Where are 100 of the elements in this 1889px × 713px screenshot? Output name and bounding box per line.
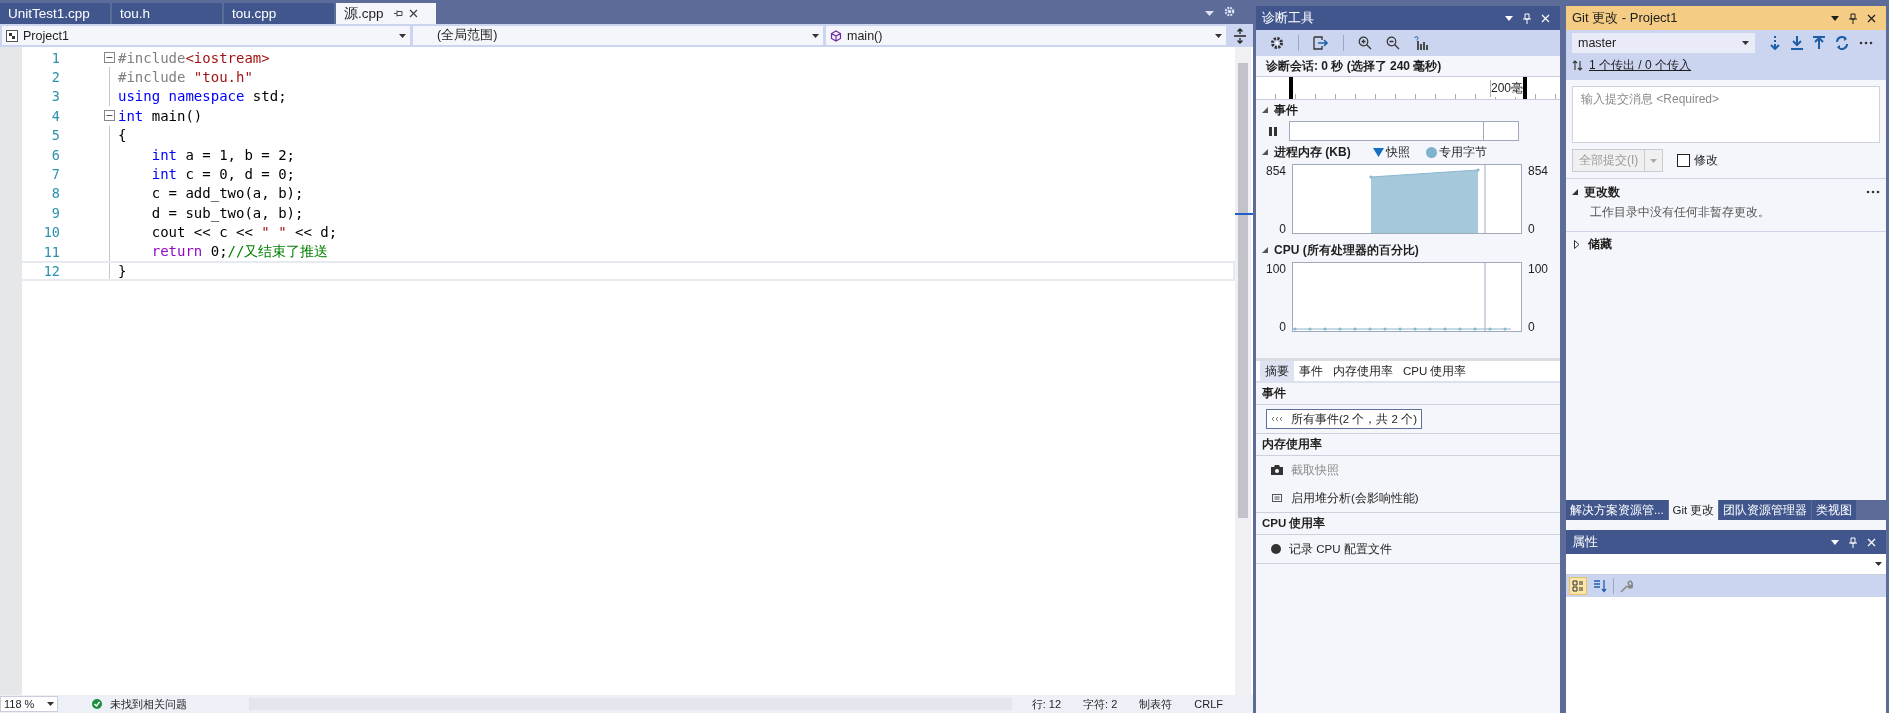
file-tab[interactable]: tou.cpp: [224, 3, 334, 24]
chevrons-icon: [1271, 416, 1283, 422]
axis-label: 0: [1528, 320, 1535, 334]
section-heading[interactable]: 事件: [1274, 101, 1298, 119]
indent-status[interactable]: 制表符: [1139, 696, 1173, 712]
issues-status[interactable]: 未找到相关问题: [110, 696, 187, 712]
collapse-icon[interactable]: [1262, 107, 1268, 113]
close-icon[interactable]: [408, 9, 418, 18]
code-line: #include<iostream>: [118, 49, 270, 66]
caret-icon[interactable]: [399, 33, 406, 38]
action-item[interactable]: 所有事件(2 个，共 2 个): [1266, 409, 1423, 429]
collapse-icon[interactable]: [1262, 149, 1268, 155]
view-tab[interactable]: CPU 使用率: [1398, 361, 1472, 381]
expand-icon[interactable]: [1574, 240, 1580, 249]
fetch-icon[interactable]: [1769, 36, 1781, 50]
export-icon[interactable]: [1313, 36, 1329, 50]
code-line: cout << c << " " << d;: [150, 224, 338, 241]
pause-icon[interactable]: [1269, 126, 1277, 136]
dropdown-icon[interactable]: [1831, 539, 1839, 545]
line-number: 5: [50, 127, 60, 144]
action-item[interactable]: 启用堆分析(会影响性能): [1266, 488, 1424, 508]
file-tab[interactable]: tou.h: [112, 3, 222, 24]
panel-tab[interactable]: 解决方案资源管...: [1566, 500, 1668, 520]
line-number: 1: [50, 49, 60, 66]
action-item[interactable]: 记录 CPU 配置文件: [1266, 539, 1397, 559]
line-number: 6: [50, 146, 60, 163]
scrollbar[interactable]: [1235, 47, 1251, 695]
upload-icon[interactable]: [1813, 36, 1825, 50]
collapse-icon[interactable]: [1262, 247, 1268, 253]
code-line: int main(): [118, 107, 203, 124]
ruler-label: 200毫: [1490, 79, 1524, 97]
zoom-dropdown[interactable]: 118 %: [0, 696, 58, 712]
caret-icon[interactable]: [812, 33, 819, 38]
axis-label: 0: [1279, 222, 1286, 236]
line-ending-status[interactable]: CRLF: [1194, 698, 1223, 710]
section-heading[interactable]: 进程内存 (KB): [1274, 143, 1351, 161]
caret-icon[interactable]: [47, 702, 54, 706]
circle-icon: [1425, 146, 1437, 158]
panel-tab[interactable]: Git 更改: [1668, 500, 1719, 520]
pin-icon[interactable]: [393, 9, 403, 18]
project-icon: [6, 29, 18, 42]
caret-icon[interactable]: [1875, 562, 1882, 566]
code-line: int a = 1, b = 2;: [150, 146, 296, 163]
sync-icon[interactable]: [1835, 36, 1849, 50]
code-line: c = add_two(a, b);: [150, 185, 304, 202]
line-number: 10: [42, 224, 60, 241]
download-icon[interactable]: [1791, 36, 1803, 50]
section-heading[interactable]: CPU (所有处理器的百分比): [1274, 241, 1419, 259]
bar-chart-icon[interactable]: [1414, 36, 1428, 50]
view-tab[interactable]: 事件: [1294, 361, 1328, 381]
pin-icon[interactable]: [1849, 12, 1857, 24]
more-icon[interactable]: [1859, 41, 1873, 45]
line-number: 4: [50, 107, 60, 124]
file-tab[interactable]: 源.cpp: [336, 3, 436, 24]
line-number: 3: [50, 88, 60, 105]
axis-label: 100: [1265, 262, 1286, 276]
settings-icon[interactable]: [1270, 36, 1284, 50]
axis-label: 0: [1279, 320, 1286, 334]
code-line: return 0;//又结束了推送: [150, 242, 329, 261]
collapse-icon[interactable]: [1572, 189, 1578, 195]
section-heading[interactable]: 储藏: [1588, 236, 1612, 253]
code-line: int c = 0, d = 0;: [150, 166, 296, 183]
panel-tab[interactable]: 团队资源管理器: [1719, 500, 1812, 520]
dropdown-icon[interactable]: [1831, 15, 1839, 21]
view-tab[interactable]: 摘要: [1260, 361, 1294, 381]
sort-alphabetical-icon[interactable]: [1593, 579, 1607, 593]
scope-dropdown[interactable]: (全局范围): [413, 26, 823, 45]
member-dropdown[interactable]: main(): [826, 26, 1226, 45]
scroll-thumb[interactable]: [1238, 63, 1248, 518]
more-icon[interactable]: [1866, 190, 1880, 194]
file-tab[interactable]: UnitTest1.cpp: [0, 3, 110, 24]
timeline-ruler[interactable]: 200毫: [1256, 76, 1560, 100]
caret-icon[interactable]: [1742, 41, 1749, 45]
axis-label: 854: [1528, 164, 1549, 178]
column-status: 字符: 2: [1083, 696, 1118, 712]
line-status: 行: 12: [1031, 696, 1062, 712]
checkbox-label[interactable]: 修改: [1694, 152, 1719, 169]
branch-dropdown[interactable]: master: [1572, 33, 1755, 53]
close-icon[interactable]: [1867, 13, 1876, 23]
amend-checkbox[interactable]: [1677, 154, 1691, 167]
code-line: {: [118, 127, 127, 144]
view-tab[interactable]: 内存使用率: [1328, 361, 1398, 381]
panel-title: 属性: [1572, 533, 1598, 551]
line-number: 7: [50, 166, 60, 183]
commit-message-field[interactable]: 输入提交消息 <Required>: [1572, 86, 1880, 143]
panel-tab[interactable]: 类视图: [1812, 500, 1857, 520]
categorized-icon[interactable]: [1569, 577, 1587, 595]
section-heading[interactable]: 更改数: [1584, 183, 1620, 201]
zoom-out-icon[interactable]: [1386, 36, 1400, 50]
legend-label: 快照: [1385, 143, 1410, 161]
line-number: 2: [50, 69, 60, 86]
axis-label: 100: [1528, 262, 1549, 276]
section-heading: CPU 使用率: [1256, 513, 1560, 535]
zoom-in-icon[interactable]: [1358, 36, 1372, 50]
dropdown-icon[interactable]: [1505, 15, 1513, 21]
project-dropdown[interactable]: Project1: [2, 26, 410, 45]
caret-position-marker: [1235, 213, 1253, 215]
outgoing-incoming-link[interactable]: 1 个传出 / 0 个传入: [1589, 57, 1692, 74]
chip-icon: [1271, 493, 1283, 503]
caret-icon[interactable]: [1215, 33, 1222, 38]
